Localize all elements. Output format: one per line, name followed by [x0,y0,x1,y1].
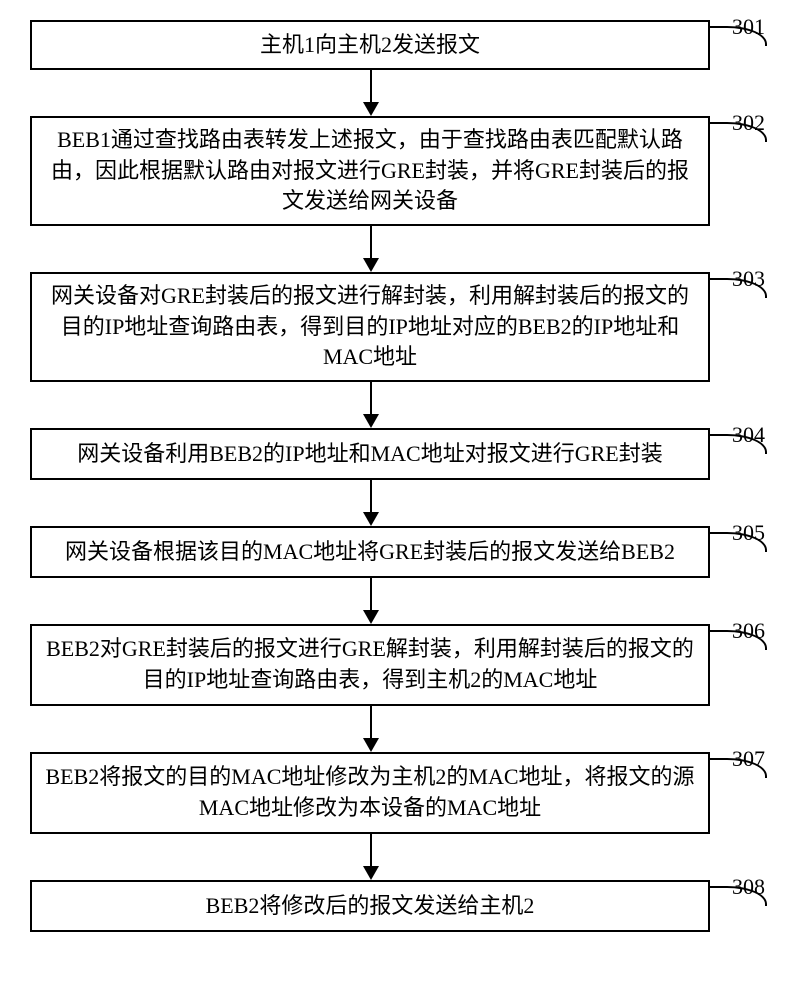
step-text: BEB2将报文的目的MAC地址修改为主机2的MAC地址，将报文的源MAC地址修改… [42,762,698,824]
flow-step-7: BEB2将报文的目的MAC地址修改为主机2的MAC地址，将报文的源MAC地址修改… [30,752,710,834]
callout-num-1: 301 [732,14,765,40]
step-text: 网关设备根据该目的MAC地址将GRE封装后的报文发送给BEB2 [65,537,675,568]
flowchart-container: 主机1向主机2发送报文 301 BEB1通过查找路由表转发上述报文，由于查找路由… [0,0,790,1000]
step-text: BEB1通过查找路由表转发上述报文，由于查找路由表匹配默认路由，因此根据默认路由… [42,125,698,217]
flow-step-1: 主机1向主机2发送报文 [30,20,710,70]
flow-step-5: 网关设备根据该目的MAC地址将GRE封装后的报文发送给BEB2 [30,526,710,578]
step-text: 网关设备利用BEB2的IP地址和MAC地址对报文进行GRE封装 [77,439,662,470]
callout-num-4: 304 [732,422,765,448]
flow-step-4: 网关设备利用BEB2的IP地址和MAC地址对报文进行GRE封装 [30,428,710,480]
step-text: 主机1向主机2发送报文 [260,30,480,61]
step-text: BEB2对GRE封装后的报文进行GRE解封装，利用解封装后的报文的目的IP地址查… [42,634,698,696]
callout-num-7: 307 [732,746,765,772]
flow-step-3: 网关设备对GRE封装后的报文进行解封装，利用解封装后的报文的目的IP地址查询路由… [30,272,710,382]
callout-num-6: 306 [732,618,765,644]
callout-num-2: 302 [732,110,765,136]
flow-step-2: BEB1通过查找路由表转发上述报文，由于查找路由表匹配默认路由，因此根据默认路由… [30,116,710,226]
step-text: BEB2将修改后的报文发送给主机2 [206,891,535,922]
callout-num-5: 305 [732,520,765,546]
step-text: 网关设备对GRE封装后的报文进行解封装，利用解封装后的报文的目的IP地址查询路由… [42,281,698,373]
flow-step-8: BEB2将修改后的报文发送给主机2 [30,880,710,932]
callout-num-8: 308 [732,874,765,900]
callout-num-3: 303 [732,266,765,292]
flow-step-6: BEB2对GRE封装后的报文进行GRE解封装，利用解封装后的报文的目的IP地址查… [30,624,710,706]
